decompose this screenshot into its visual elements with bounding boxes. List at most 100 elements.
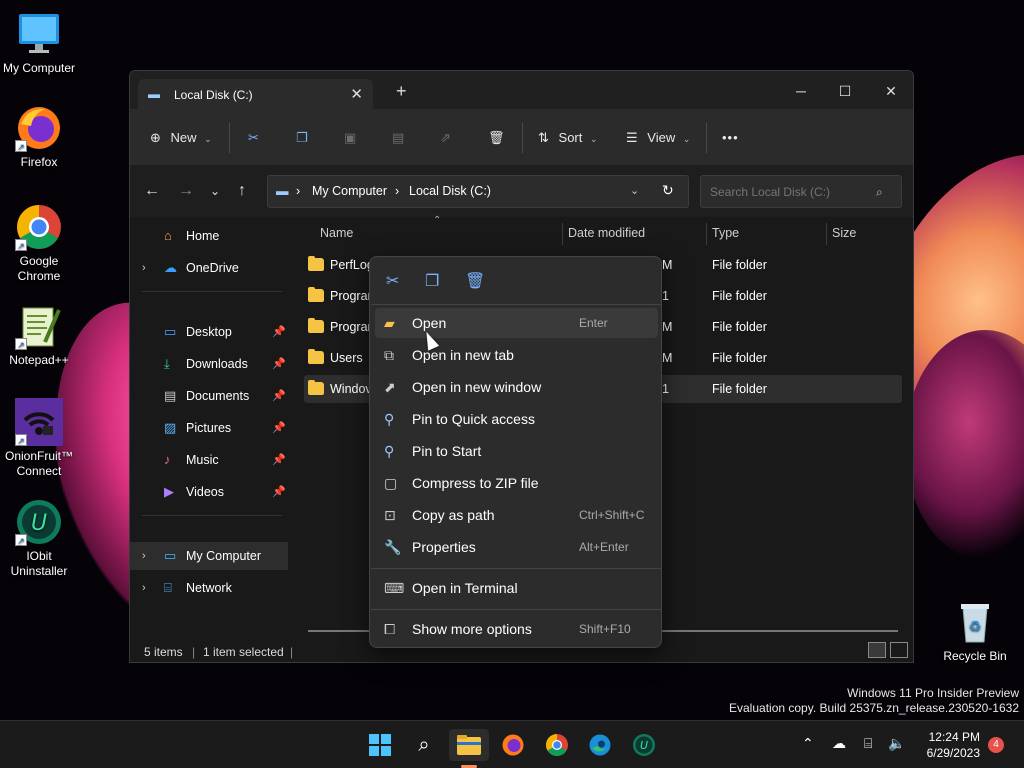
menu-item-open-terminal[interactable]: ⌨ Open in Terminal [375,573,658,603]
expand-chevron-icon[interactable]: › [142,542,146,570]
menu-item-pin-quick-access[interactable]: ⚲ Pin to Quick access [375,404,658,434]
minimize-button[interactable]: ─ [778,77,824,105]
status-item-count: 5 items [144,645,183,659]
onedrive-offline-icon[interactable]: ☁ [832,735,846,752]
taskbar-chrome[interactable] [541,729,573,761]
network-icon: ⌸ [164,580,172,595]
sidebar-item-pictures[interactable]: ▨ Pictures 📌 [130,414,288,442]
menu-item-compress-zip[interactable]: ▢ Compress to ZIP file [375,468,658,498]
sidebar-item-network[interactable]: › ⌸ Network [130,574,288,602]
up-button[interactable]: ↑ [238,183,246,199]
column-header-size[interactable]: Size [832,226,856,240]
desktop-icon-chrome[interactable]: ↗ Google Chrome [0,203,78,284]
network-icon[interactable]: ⌸ [864,735,872,752]
cut-icon[interactable]: ✂ [386,271,399,291]
copy-icon[interactable]: ❐ [425,271,439,291]
cut-button[interactable]: ✂ [248,126,259,150]
monitor-icon [15,10,63,58]
close-window-button[interactable]: ✕ [868,77,913,105]
iobit-icon: U [633,734,655,756]
address-dropdown-icon[interactable]: ⌄ [630,184,639,197]
forward-button[interactable]: → [178,183,194,199]
recent-locations-button[interactable]: ⌄ [210,183,220,199]
desktop-icon-notepadpp[interactable]: ↗ Notepad++ [0,302,78,368]
sidebar-item-music[interactable]: ♪ Music 📌 [130,446,288,474]
tiles-view-button[interactable] [890,642,908,658]
toolbar-divider [229,123,230,153]
new-button[interactable]: ⊕ New ⌄ [150,126,212,150]
taskbar-iobit[interactable]: U [628,729,660,761]
column-header-name[interactable]: Name [320,226,353,240]
copy-button[interactable]: ❐ [296,126,308,150]
back-button[interactable]: ← [144,183,160,199]
sidebar-item-onedrive[interactable]: › ☁ OneDrive [130,254,288,282]
sidebar-item-my-computer[interactable]: › ▭ My Computer [130,542,288,570]
taskbar-firefox[interactable] [497,729,529,761]
tab-local-disk[interactable]: ▬ Local Disk (C:) ✕ [138,79,373,109]
shortcut-arrow-icon: ↗ [15,434,27,446]
trash-icon[interactable]: 🗑 [465,271,485,291]
menu-item-show-more-options[interactable]: ⧠ Show more options Shift+F10 [375,614,658,644]
notification-badge[interactable]: 4 [988,737,1004,753]
show-hidden-icons-button[interactable]: ⌃ [802,735,814,752]
menu-item-properties[interactable]: 🔧 Properties Alt+Enter [375,532,658,562]
menu-item-pin-start[interactable]: ⚲ Pin to Start [375,436,658,466]
clock[interactable]: 12:24 PM 6/29/2023 [920,729,980,761]
delete-button[interactable]: 🗑 [488,126,505,150]
volume-icon[interactable]: 🔈 [888,735,905,752]
folder-icon [308,287,324,302]
paste-button[interactable]: ▣ [344,126,356,150]
column-divider[interactable] [826,223,827,245]
desktop-icon-onionfruit[interactable]: ↗ OnionFruit™ Connect [0,398,78,479]
share-button[interactable]: ⇗ [440,126,451,150]
title-bar[interactable]: ▬ Local Disk (C:) ✕ + ─ ☐ ✕ [130,71,913,109]
search-input[interactable] [700,175,902,208]
view-button[interactable]: ☰ View ⌄ [626,126,690,150]
breadcrumb-my-computer[interactable]: My Computer [312,184,387,198]
column-divider[interactable] [706,223,707,245]
sidebar-item-desktop[interactable]: ▭ Desktop 📌 [130,318,288,346]
maximize-button[interactable]: ☐ [822,77,868,105]
address-bar[interactable]: ▬ › My Computer › Local Disk (C:) ⌄ ↻ [267,175,689,208]
sidebar-item-home[interactable]: ⌂ Home [130,222,288,250]
menu-item-open-new-window[interactable]: ⬈ Open in new window [375,372,658,402]
desktop-icon-label: Google Chrome [17,254,61,283]
column-header-date[interactable]: Date modified [568,226,645,240]
chevron-down-icon: ⌄ [682,134,691,144]
pin-icon: ⚲ [384,443,395,459]
details-view-button[interactable] [868,642,886,658]
drive-icon: ▬ [276,184,289,198]
expand-chevron-icon[interactable]: › [142,574,146,602]
desktop-icon-my-computer[interactable]: My Computer [0,10,78,76]
desktop-icon-iobit[interactable]: U ↗ IObit Uninstaller [0,498,78,579]
menu-divider [371,609,662,610]
edge-icon [589,734,611,756]
sidebar-item-documents[interactable]: ▤ Documents 📌 [130,382,288,410]
menu-item-open[interactable]: ▰ Open Enter [375,308,658,338]
more-options-button[interactable]: ••• [722,126,739,150]
start-button[interactable] [364,729,396,761]
taskbar-edge[interactable] [584,729,616,761]
refresh-icon[interactable]: ↻ [662,182,674,199]
search-button[interactable]: ⌕ [408,729,440,761]
menu-divider [371,304,662,305]
column-divider[interactable] [562,223,563,245]
sort-button[interactable]: ⇅ Sort ⌄ [538,126,598,150]
new-tab-button[interactable]: + [396,82,407,100]
desktop-icon-firefox[interactable]: ↗ Firefox [0,104,78,170]
clipboard-icon: ▣ [344,130,357,145]
breadcrumb-local-disk[interactable]: Local Disk (C:) [409,184,491,198]
desktop-icon-recycle-bin[interactable]: ♻ Recycle Bin [936,598,1014,664]
tab-close-icon[interactable]: ✕ [350,85,363,103]
menu-item-copy-as-path[interactable]: ⊡ Copy as path Ctrl+Shift+C [375,500,658,530]
expand-chevron-icon[interactable]: › [142,254,146,282]
sidebar-item-videos[interactable]: ▶ Videos 📌 [130,478,288,506]
menu-item-open-new-tab[interactable]: ⧉ Open in new tab [375,340,658,370]
search-icon[interactable]: ⌕ [876,185,883,200]
svg-text:U: U [31,511,47,536]
taskbar-file-explorer[interactable] [449,729,489,761]
sidebar-item-downloads[interactable]: ⤓ Downloads 📌 [130,350,288,378]
rename-button[interactable]: ▤ [392,126,404,150]
column-header-type[interactable]: Type [712,226,739,240]
desktop-icon-label: OnionFruit™ Connect [4,449,74,478]
